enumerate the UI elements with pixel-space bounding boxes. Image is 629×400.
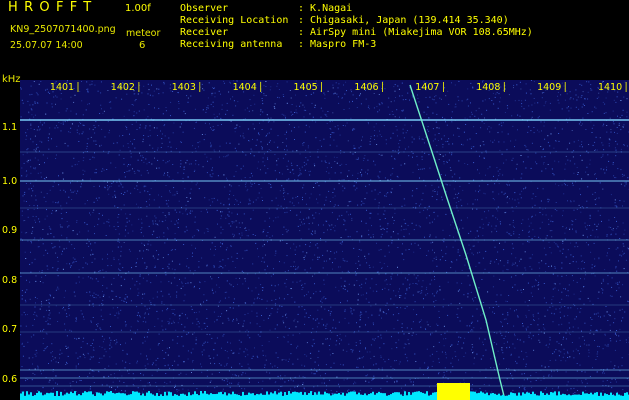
info-value: : Maspro FM-3 bbox=[298, 39, 377, 50]
freq-tick-label: 1402 bbox=[111, 82, 135, 93]
file-name: KN9_2507071400.png bbox=[10, 24, 116, 35]
info-label: Observer bbox=[180, 3, 229, 14]
info-row-observer: Observer : K.Nagai bbox=[180, 3, 352, 14]
meteor-count: 6 bbox=[139, 40, 146, 51]
y-tick-label: 0.7 bbox=[2, 324, 17, 335]
freq-tick-label: 1410 bbox=[598, 82, 622, 93]
info-value: : K.Nagai bbox=[298, 3, 353, 14]
freq-tick-label: 1403 bbox=[172, 82, 196, 93]
y-axis-ticks: 1.1 1.0 0.9 0.8 0.7 0.6 bbox=[2, 122, 17, 385]
freq-tick-label: 1404 bbox=[233, 82, 257, 93]
info-label: Receiving Location bbox=[180, 15, 289, 26]
freq-tick-label: 1401 bbox=[50, 82, 74, 93]
freq-tick-label: 1406 bbox=[354, 82, 378, 93]
y-tick-label: 0.6 bbox=[2, 374, 17, 385]
freq-tick-label: 1409 bbox=[537, 82, 561, 93]
meteor-label: meteor bbox=[126, 28, 161, 39]
info-label: Receiving antenna bbox=[180, 39, 283, 50]
app-title: HROFFT bbox=[8, 0, 98, 15]
y-tick-label: 1.1 bbox=[2, 122, 17, 133]
info-row-location: Receiving Location : Chigasaki, Japan (13… bbox=[180, 15, 509, 26]
freq-tick-label: 1407 bbox=[415, 82, 439, 93]
spectrogram-plot: 1401 1402 1403 1404 1405 1406 1407 1408 1409 1410… bbox=[2, 80, 629, 400]
info-row-receiver: Receiver : AirSpy mini (Miakejima VOR 108… bbox=[180, 27, 533, 38]
y-tick-label: 1.0 bbox=[2, 176, 17, 187]
info-value: : Chigasaki, Japan (139.414 35.340) bbox=[298, 15, 509, 26]
info-value: : AirSpy mini (Miakejima VOR 108.65MHz) bbox=[298, 27, 533, 38]
freq-tick-label: 1405 bbox=[294, 82, 318, 93]
y-tick-label: 0.8 bbox=[2, 275, 17, 286]
signal-blob bbox=[437, 383, 470, 400]
info-label: Receiver bbox=[180, 27, 229, 38]
app-version: 1.00f bbox=[125, 3, 151, 14]
observation-datetime: 25.07.07 14:00 bbox=[10, 40, 83, 51]
freq-tick-label: 1408 bbox=[476, 82, 500, 93]
y-tick-label: 0.9 bbox=[2, 225, 17, 236]
info-row-antenna: Receiving antenna : Maspro FM-3 bbox=[180, 39, 376, 50]
